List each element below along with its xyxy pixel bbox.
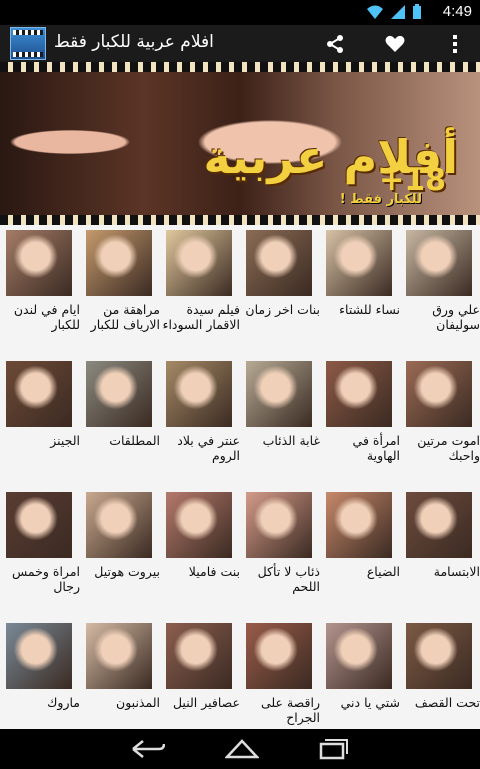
movie-item[interactable]: الابتسامة <box>402 488 480 619</box>
movie-thumbnail <box>166 492 232 558</box>
movie-thumbnail <box>166 361 232 427</box>
movie-title: ماروك <box>47 695 80 710</box>
movie-title: بنات اخر زمان <box>245 302 320 317</box>
film-strip-bottom <box>0 215 480 225</box>
movie-thumbnail <box>246 492 312 558</box>
movie-thumbnail <box>6 361 72 427</box>
movie-title: نساء للشتاء <box>339 302 400 317</box>
battery-icon <box>413 4 421 19</box>
movie-thumbnail <box>326 492 392 558</box>
movie-title: الابتسامة <box>433 564 480 579</box>
movie-item[interactable]: ايام في لندن للكبار <box>2 226 82 357</box>
movie-thumbnail <box>166 623 232 689</box>
movie-title: راقصة على الجراح <box>260 695 320 725</box>
movie-thumbnail <box>86 623 152 689</box>
movie-thumbnail <box>406 623 472 689</box>
movie-title: ايام في لندن للكبار <box>13 302 80 332</box>
app-bar: افلام عربية للكبار فقط <box>0 25 480 62</box>
movie-item[interactable]: المطلقات <box>82 357 162 488</box>
movie-thumbnail <box>246 361 312 427</box>
movie-thumbnail <box>166 230 232 296</box>
movie-title: تحت القصف <box>414 695 480 710</box>
movie-item[interactable]: امرأة في الهاوية <box>322 357 402 488</box>
movie-grid: علي ورق سوليفان نساء للشتاء بنات اخر زمان ف… <box>0 226 480 729</box>
movie-title: اموت مرتين واحبك <box>417 433 480 463</box>
movie-item[interactable]: بنت فاميلا <box>162 488 242 619</box>
recent-apps-icon[interactable] <box>319 738 349 760</box>
overflow-menu-button[interactable] <box>440 29 470 59</box>
movie-title: امراة وخمس رجال <box>12 564 80 594</box>
movie-title: مراهقة من الارياف للكبار <box>90 302 160 332</box>
heart-icon <box>385 35 405 52</box>
movie-item[interactable]: ذئاب لا تأكل اللحم <box>242 488 322 619</box>
wifi-icon <box>367 5 383 19</box>
movie-item[interactable]: مراهقة من الارياف للكبار <box>82 226 162 357</box>
movie-thumbnail <box>6 230 72 296</box>
banner-caption: للكبار فقط ! <box>339 192 422 207</box>
movie-thumbnail <box>406 492 472 558</box>
movie-title: عصافير النيل <box>172 695 240 710</box>
movie-title: بنت فاميلا <box>188 564 240 579</box>
movie-title: شتي يا دني <box>340 695 400 710</box>
home-icon[interactable] <box>225 739 259 759</box>
movie-thumbnail <box>86 492 152 558</box>
movie-item[interactable]: بيروت هوتيل <box>82 488 162 619</box>
movie-thumbnail <box>246 623 312 689</box>
movie-thumbnail <box>86 230 152 296</box>
movie-item[interactable]: امراة وخمس رجال <box>2 488 82 619</box>
share-button[interactable] <box>320 29 350 59</box>
movie-thumbnail <box>6 492 72 558</box>
movie-item[interactable]: غابة الذئاب <box>242 357 322 488</box>
signal-icon <box>391 5 405 19</box>
movie-title: المطلقات <box>109 433 160 448</box>
app-title: افلام عربية للكبار فقط <box>54 32 214 52</box>
movie-thumbnail <box>406 230 472 296</box>
movie-title: امرأة في الهاوية <box>352 433 400 463</box>
movie-thumbnail <box>406 361 472 427</box>
movie-item[interactable]: فيلم سيدة الاقمار السوداء <box>162 226 242 357</box>
app-logo-icon[interactable] <box>10 27 46 60</box>
movie-item[interactable]: اموت مرتين واحبك <box>402 357 480 488</box>
movie-title: علي ورق سوليفان <box>432 302 480 332</box>
movie-title: بيروت هوتيل <box>94 564 160 579</box>
movie-thumbnail <box>86 361 152 427</box>
movie-thumbnail <box>6 623 72 689</box>
favorite-button[interactable] <box>380 29 410 59</box>
system-nav-bar <box>0 729 480 769</box>
share-icon <box>327 35 343 53</box>
status-bar: 4:49 <box>0 0 480 25</box>
movie-item[interactable]: علي ورق سوليفان <box>402 226 480 357</box>
movie-title: فيلم سيدة الاقمار السوداء <box>162 302 240 332</box>
movie-title: غابة الذئاب <box>262 433 320 448</box>
movie-thumbnail <box>326 230 392 296</box>
status-time: 4:49 <box>442 3 472 20</box>
movie-item[interactable]: الضياع <box>322 488 402 619</box>
overflow-menu-icon <box>453 35 457 53</box>
movie-title: الضياع <box>366 564 400 579</box>
movie-item[interactable]: الجينز <box>2 357 82 488</box>
movie-title: عنتر في بلاد الروم <box>177 433 240 463</box>
back-icon[interactable] <box>131 739 165 759</box>
status-icons <box>366 4 422 20</box>
movie-title: الجينز <box>50 433 80 448</box>
movie-thumbnail <box>326 623 392 689</box>
film-strip-top <box>0 62 480 72</box>
movie-item[interactable]: بنات اخر زمان <box>242 226 322 357</box>
movie-thumbnail <box>246 230 312 296</box>
movie-item[interactable]: نساء للشتاء <box>322 226 402 357</box>
movie-item[interactable]: عنتر في بلاد الروم <box>162 357 242 488</box>
movie-thumbnail <box>326 361 392 427</box>
movie-title: المذنبون <box>116 695 160 710</box>
movie-title: ذئاب لا تأكل اللحم <box>257 564 320 594</box>
